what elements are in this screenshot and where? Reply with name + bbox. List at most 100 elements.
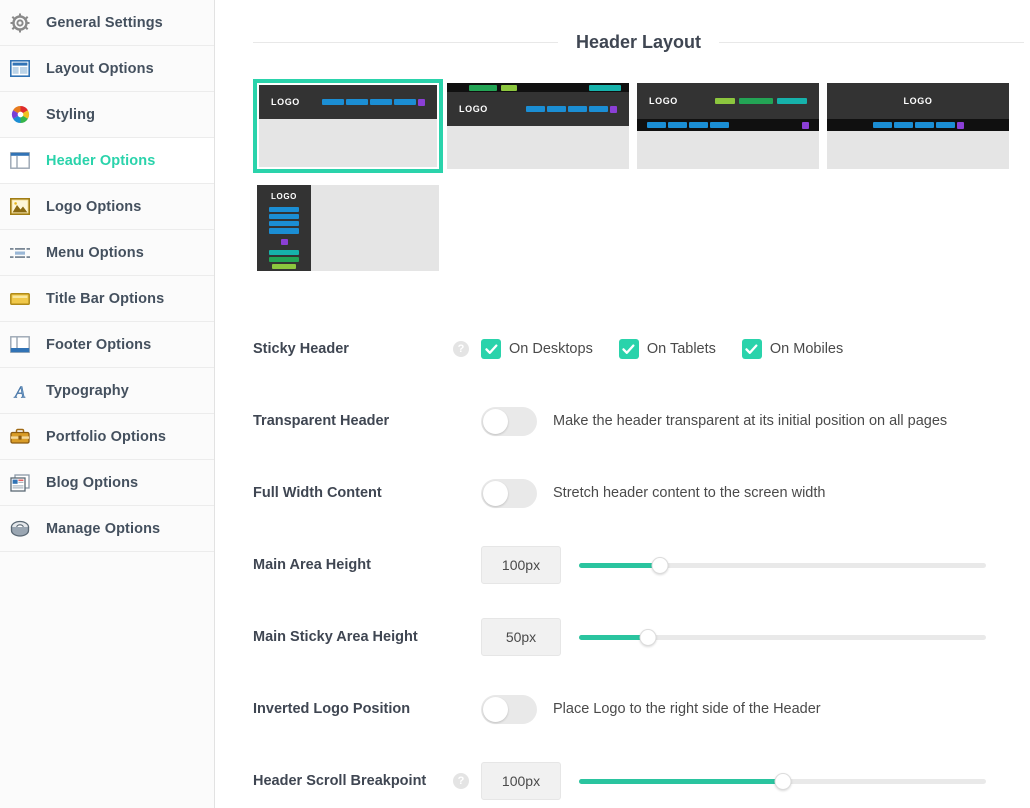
- sidebar-item-manage-options[interactable]: Manage Options: [0, 506, 214, 552]
- topbar-item: [739, 98, 773, 104]
- option-rows: Sticky Header ? On Desktops On Tablets O…: [215, 313, 1008, 808]
- sidebar-item-styling[interactable]: Styling: [0, 92, 214, 138]
- menu-bar: [668, 122, 687, 128]
- toggle-knob: [483, 480, 508, 506]
- header-layout-option-5[interactable]: LOGO: [253, 181, 443, 275]
- row-description: Stretch header content to the screen wid…: [553, 485, 826, 501]
- gear-icon: [9, 12, 31, 34]
- thumb-logo-text: LOGO: [649, 96, 678, 106]
- slider-main-sticky-area-height[interactable]: [579, 626, 986, 648]
- menu-bar: [647, 122, 666, 128]
- slider-knob[interactable]: [774, 772, 791, 790]
- sidebar-item-typography[interactable]: A Typography: [0, 368, 214, 414]
- input-main-area-height[interactable]: 100px: [481, 546, 561, 584]
- row-description: Make the header transparent at its initi…: [553, 413, 948, 429]
- sidebar-item-layout-options[interactable]: Layout Options: [0, 46, 214, 92]
- row-transparent-header: Transparent Header Make the header trans…: [215, 385, 1008, 457]
- image-icon: [9, 196, 31, 218]
- sidebar-item-label: General Settings: [46, 14, 163, 31]
- thumb-page-body: [259, 119, 437, 167]
- check-icon: [481, 339, 501, 359]
- toggle-knob: [483, 408, 508, 434]
- typography-icon: A: [9, 380, 31, 402]
- topbar-item: [715, 98, 735, 104]
- menu-bar: [346, 99, 368, 105]
- thumb-menu-bars: [647, 122, 729, 128]
- sidebar-nav: General Settings Layout Options Styling …: [0, 0, 215, 808]
- row-sticky-header: Sticky Header ? On Desktops On Tablets O…: [215, 313, 1008, 385]
- thumb-vertical-header: LOGO: [257, 185, 311, 271]
- sidebar-item-label: Logo Options: [46, 198, 142, 215]
- header-layout-option-2[interactable]: LOGO: [443, 79, 633, 173]
- rule-left: [253, 42, 558, 43]
- row-description: Place Logo to the right side of the Head…: [553, 701, 821, 717]
- row-main-area-height: Main Area Height 100px: [215, 529, 1008, 601]
- header-layout-option-3[interactable]: LOGO: [633, 79, 823, 173]
- help-icon[interactable]: ?: [453, 773, 469, 789]
- sidebar-item-label: Blog Options: [46, 474, 139, 491]
- menu-bar: [872, 122, 892, 128]
- header-options-content: Header Layout LOGO LOGO LOGO LOGO LOGO S…: [215, 0, 1030, 808]
- menu-bar: [269, 228, 299, 234]
- slider-fill: [579, 562, 661, 568]
- topbar-item: [777, 98, 807, 104]
- thumb-logo-text: LOGO: [271, 192, 297, 201]
- thumb-menu-bars: [322, 98, 425, 106]
- slider-knob[interactable]: [639, 628, 657, 646]
- row-inverted-logo-position: Inverted Logo Position Place Logo to the…: [215, 673, 1008, 745]
- thumb-page-body: [447, 126, 629, 169]
- checkbox-on-tablets[interactable]: On Tablets: [618, 339, 716, 359]
- thumb-logo-text: LOGO: [271, 97, 300, 107]
- thumb-menu-bars: [872, 121, 964, 129]
- thumb-page-body: [311, 185, 439, 271]
- checkbox-label: On Desktops: [509, 341, 593, 357]
- sidebar-item-menu-options[interactable]: Menu Options: [0, 230, 214, 276]
- row-label: Main Area Height: [253, 557, 371, 573]
- menu-bar: [589, 106, 608, 112]
- sticky-header-checkbox-group: On Desktops On Tablets On Mobiles: [481, 339, 869, 359]
- menu-bar: [689, 122, 708, 128]
- color-wheel-icon: [9, 104, 31, 126]
- toggle-full-width-content[interactable]: [481, 478, 537, 508]
- header-layout-option-1[interactable]: LOGO: [253, 79, 443, 173]
- row-label: Inverted Logo Position: [253, 701, 411, 717]
- toggle-inverted-logo-position[interactable]: [481, 694, 537, 724]
- check-icon: [741, 339, 762, 359]
- checkbox-on-mobiles[interactable]: On Mobiles: [741, 339, 844, 359]
- menu-bar: [526, 106, 545, 112]
- sidebar-item-logo-options[interactable]: Logo Options: [0, 184, 214, 230]
- checkbox-on-desktops[interactable]: On Desktops: [481, 339, 593, 359]
- checkbox-label: On Mobiles: [769, 341, 844, 357]
- sidebar-item-label: Layout Options: [46, 60, 154, 77]
- menu-bar: [914, 122, 934, 128]
- sidebar-item-footer-options[interactable]: Footer Options: [0, 322, 214, 368]
- sidebar-item-portfolio-options[interactable]: Portfolio Options: [0, 414, 214, 460]
- menu-bar: [269, 221, 299, 227]
- help-icon[interactable]: ?: [453, 341, 469, 357]
- input-header-scroll-breakpoint[interactable]: 100px: [481, 762, 561, 800]
- slider-knob[interactable]: [651, 556, 669, 574]
- thumb-menu-bars: [526, 105, 617, 113]
- sidebar-item-header-options[interactable]: Header Options: [0, 138, 214, 184]
- input-main-sticky-area-height[interactable]: 50px: [481, 618, 561, 656]
- menu-bar: [322, 99, 344, 105]
- sidebar-item-label: Header Options: [46, 152, 156, 169]
- toggle-transparent-header[interactable]: [481, 406, 537, 436]
- footer-icon: [9, 334, 31, 356]
- slider-main-area-height[interactable]: [579, 554, 986, 576]
- header-layout-option-4[interactable]: LOGO: [823, 79, 1013, 173]
- thumb-logo-text: LOGO: [459, 104, 488, 114]
- sidebar-item-title-bar-options[interactable]: Title Bar Options: [0, 276, 214, 322]
- sidebar-item-label: Footer Options: [46, 336, 152, 353]
- row-label: Transparent Header: [253, 413, 390, 429]
- topbar-item: [269, 256, 299, 262]
- menu-accent-square: [610, 105, 617, 113]
- slider-fill: [579, 778, 783, 784]
- sidebar-item-general-settings[interactable]: General Settings: [0, 0, 214, 46]
- menu-icon: [9, 242, 31, 264]
- sidebar-item-blog-options[interactable]: Blog Options: [0, 460, 214, 506]
- slider-header-scroll-breakpoint[interactable]: [579, 770, 986, 792]
- menu-bar: [935, 122, 955, 128]
- section-header: Header Layout: [253, 32, 1025, 53]
- options-panel: General Settings Layout Options Styling …: [0, 0, 1030, 808]
